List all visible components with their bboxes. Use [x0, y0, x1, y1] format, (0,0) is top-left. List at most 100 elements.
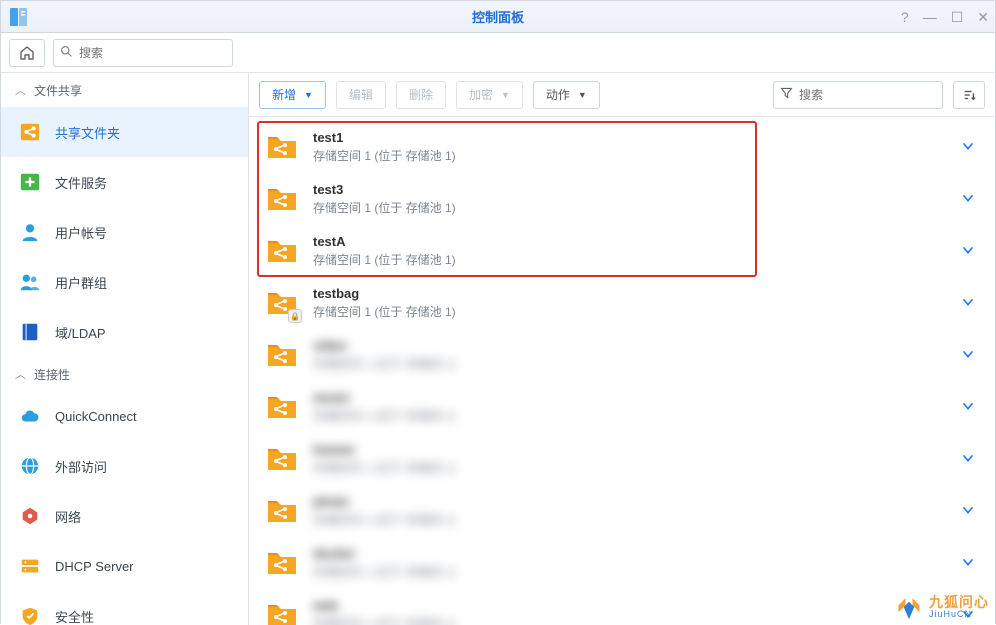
folder-location: 存储空间 1 (位于 存储池 1): [313, 147, 947, 164]
sidebar: ︿文件共享共享文件夹文件服务用户帐号用户群组域/LDAP︿连接性QuickCon…: [1, 73, 249, 625]
folder-icon: [265, 338, 299, 372]
cloud-icon: [19, 405, 41, 427]
folder-name: homes: [313, 442, 947, 457]
chevron-down-icon[interactable]: [961, 139, 975, 156]
sidebar-group-header[interactable]: ︿连接性: [1, 357, 248, 391]
lock-icon: 🔒: [288, 309, 302, 323]
globe-icon: [19, 455, 41, 477]
chevron-up-icon: ︿: [15, 82, 26, 98]
app-icon: [5, 3, 33, 31]
content-search[interactable]: [773, 81, 943, 109]
folder-meta: homes 存储空间 1 (位于 存储池 1): [313, 442, 947, 476]
sidebar-item-quickconnect[interactable]: QuickConnect: [1, 391, 248, 441]
folder-row[interactable]: music 存储空间 1 (位于 存储池 1): [249, 381, 995, 433]
folder-location: 存储空间 1 (位于 存储池 1): [313, 407, 947, 424]
sidebar-search-input[interactable]: [79, 46, 226, 60]
sidebar-item-security[interactable]: 安全性: [1, 591, 248, 625]
folder-row[interactable]: testA 存储空间 1 (位于 存储池 1): [249, 225, 995, 277]
sidebar-item-label: 外部访问: [55, 457, 107, 476]
folder-name: test3: [313, 182, 947, 197]
folder-list: test1 存储空间 1 (位于 存储池 1) test3 存储空间 1 (位于…: [249, 117, 995, 625]
folder-row[interactable]: homes 存储空间 1 (位于 存储池 1): [249, 433, 995, 485]
folder-name: video: [313, 338, 947, 353]
shield-icon: [19, 605, 41, 625]
folder-icon: [265, 130, 299, 164]
new-button[interactable]: 新增▼: [259, 81, 326, 109]
chevron-down-icon[interactable]: [961, 451, 975, 468]
sidebar-group-header[interactable]: ︿文件共享: [1, 73, 248, 107]
chevron-down-icon: ▼: [501, 90, 510, 100]
encrypt-button[interactable]: 加密▼: [456, 81, 523, 109]
chevron-down-icon[interactable]: [961, 295, 975, 312]
sidebar-item-label: 用户帐号: [55, 223, 107, 242]
delete-button[interactable]: 删除: [396, 81, 446, 109]
folder-meta: testA 存储空间 1 (位于 存储池 1): [313, 234, 947, 268]
sidebar-item-label: 用户群组: [55, 273, 107, 292]
sidebar-item-network[interactable]: 网络: [1, 491, 248, 541]
content-toolbar: 新增▼ 编辑 删除 加密▼ 动作▼: [249, 73, 995, 117]
minimize-icon[interactable]: —: [923, 9, 937, 25]
sidebar-item-label: 文件服务: [55, 173, 107, 192]
group-icon: [19, 271, 41, 293]
book-icon: [19, 321, 41, 343]
search-icon: [60, 45, 73, 61]
sort-button[interactable]: [953, 81, 985, 109]
content: 新增▼ 编辑 删除 加密▼ 动作▼ test1 存储空间 1 (位于 存储池 1…: [249, 73, 995, 625]
chevron-down-icon[interactable]: [961, 555, 975, 572]
folder-row[interactable]: test1 存储空间 1 (位于 存储池 1): [249, 121, 995, 173]
folder-meta: docker 存储空间 1 (位于 存储池 1): [313, 546, 947, 580]
top-toolbar: [1, 33, 995, 73]
sidebar-item-label: QuickConnect: [55, 409, 137, 424]
folder-row[interactable]: 🔒 testbag 存储空间 1 (位于 存储池 1): [249, 277, 995, 329]
chevron-down-icon[interactable]: [961, 347, 975, 364]
sidebar-item-label: DHCP Server: [55, 559, 134, 574]
dhcp-icon: [19, 555, 41, 577]
sidebar-item-user-account[interactable]: 用户帐号: [1, 207, 248, 257]
chevron-down-icon[interactable]: [961, 191, 975, 208]
close-icon[interactable]: ✕: [977, 9, 989, 26]
folder-row[interactable]: web 存储空间 1 (位于 存储池 1): [249, 589, 995, 625]
sidebar-item-dhcp[interactable]: DHCP Server: [1, 541, 248, 591]
folder-meta: testbag 存储空间 1 (位于 存储池 1): [313, 286, 947, 320]
plus-icon: [19, 171, 41, 193]
folder-icon: [265, 546, 299, 580]
edit-button[interactable]: 编辑: [336, 81, 386, 109]
sidebar-item-label: 安全性: [55, 607, 94, 625]
folder-row[interactable]: photo 存储空间 1 (位于 存储池 1): [249, 485, 995, 537]
sidebar-item-label: 域/LDAP: [55, 323, 106, 342]
folder-location: 存储空间 1 (位于 存储池 1): [313, 563, 947, 580]
folder-location: 存储空间 1 (位于 存储池 1): [313, 251, 947, 268]
content-search-input[interactable]: [799, 88, 936, 102]
folder-name: testbag: [313, 286, 947, 301]
share-icon: [19, 121, 41, 143]
chevron-down-icon[interactable]: [961, 399, 975, 416]
folder-location: 存储空间 1 (位于 存储池 1): [313, 511, 947, 528]
chevron-down-icon[interactable]: [961, 503, 975, 520]
folder-row[interactable]: docker 存储空间 1 (位于 存储池 1): [249, 537, 995, 589]
sidebar-item-user-group[interactable]: 用户群组: [1, 257, 248, 307]
user-icon: [19, 221, 41, 243]
folder-location: 存储空间 1 (位于 存储池 1): [313, 303, 947, 320]
folder-name: docker: [313, 546, 947, 561]
action-button[interactable]: 动作▼: [533, 81, 600, 109]
folder-location: 存储空间 1 (位于 存储池 1): [313, 355, 947, 372]
sidebar-item-external-access[interactable]: 外部访问: [1, 441, 248, 491]
chevron-down-icon[interactable]: [961, 243, 975, 260]
folder-row[interactable]: video 存储空间 1 (位于 存储池 1): [249, 329, 995, 381]
folder-meta: video 存储空间 1 (位于 存储池 1): [313, 338, 947, 372]
folder-icon: [265, 494, 299, 528]
sidebar-group-label: 连接性: [34, 366, 70, 383]
chevron-down-icon: ▼: [578, 90, 587, 100]
help-icon[interactable]: ?: [901, 9, 909, 25]
sidebar-item-domain-ldap[interactable]: 域/LDAP: [1, 307, 248, 357]
sidebar-search[interactable]: [53, 39, 233, 67]
sidebar-item-file-services[interactable]: 文件服务: [1, 157, 248, 207]
folder-row[interactable]: test3 存储空间 1 (位于 存储池 1): [249, 173, 995, 225]
folder-meta: test1 存储空间 1 (位于 存储池 1): [313, 130, 947, 164]
home-button[interactable]: [9, 39, 45, 67]
maximize-icon[interactable]: ☐: [951, 9, 964, 26]
sidebar-item-shared-folder[interactable]: 共享文件夹: [1, 107, 248, 157]
chevron-down-icon[interactable]: [961, 607, 975, 624]
folder-name: testA: [313, 234, 947, 249]
folder-name: web: [313, 598, 947, 613]
